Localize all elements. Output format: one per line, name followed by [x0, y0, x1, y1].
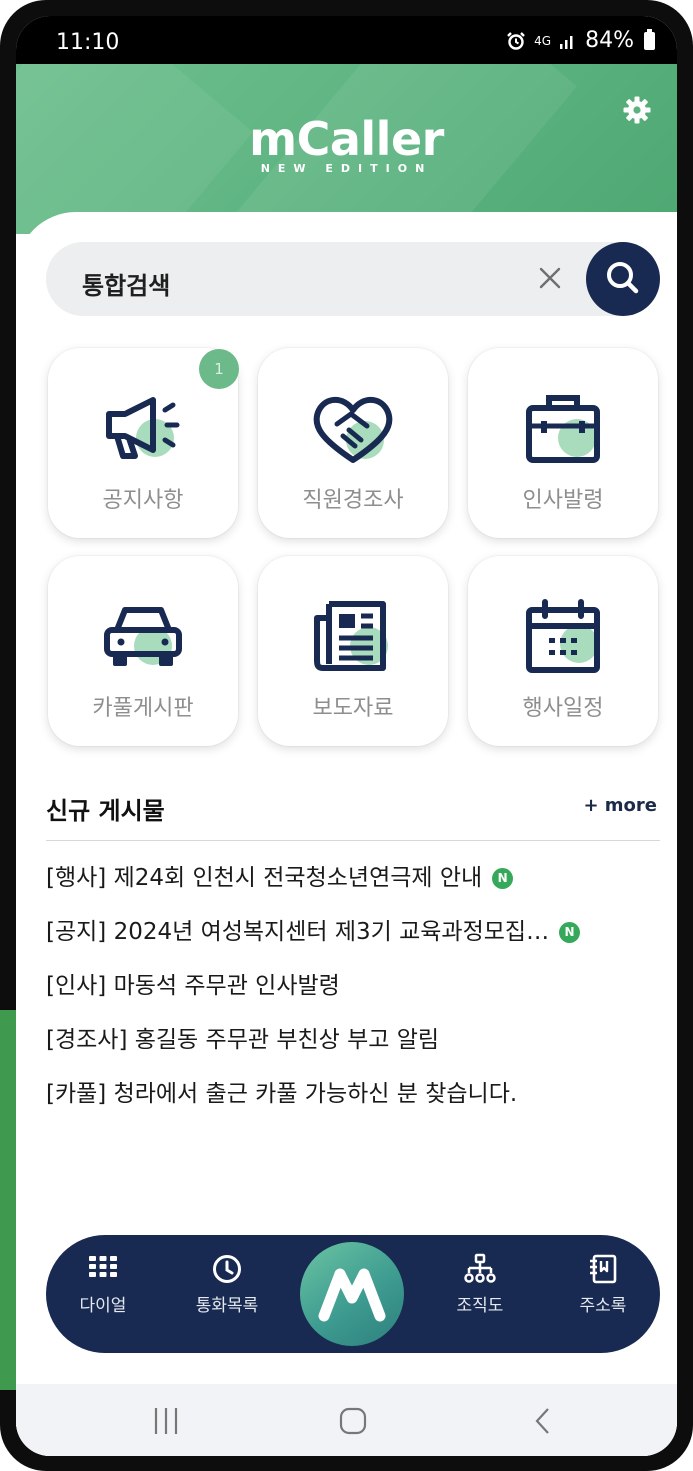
handshake-heart-icon [313, 396, 393, 463]
screen: 11:10 4G 84% mCaller NEW EDITION 통합검색 공지… [16, 16, 677, 1456]
search-button[interactable] [586, 242, 660, 316]
post-title: [경조사] 홍길동 주무관 부친상 부고 알림 [46, 1027, 440, 1053]
tile-carpool[interactable]: 카풀게시판 [48, 556, 238, 746]
new-badge: N [559, 922, 581, 943]
calendar-icon [526, 599, 600, 673]
post-item[interactable]: [카풀] 청라에서 출근 카풀 가능하신 분 찾습니다. [46, 1074, 517, 1108]
post-title: [인사] 마동석 주무관 인사발령 [46, 973, 340, 999]
nav-label: 주소록 [579, 1296, 627, 1316]
system-nav-bar [16, 1384, 677, 1456]
nav-label: 조직도 [456, 1296, 504, 1316]
search-input[interactable]: 통합검색 [82, 266, 170, 301]
post-item[interactable]: [공지] 2024년 여성복지센터 제3기 교육과정모집… N [46, 912, 581, 946]
tile-event-schedule[interactable]: 행사일정 [468, 556, 658, 746]
tile-label: 인사발령 [522, 488, 604, 513]
tile-label: 공지사항 [102, 488, 184, 513]
new-badge: N [492, 868, 514, 889]
car-icon [104, 607, 182, 666]
phone-frame: 11:10 4G 84% mCaller NEW EDITION 통합검색 공지… [0, 0, 693, 1471]
network-type: 4G [534, 33, 552, 48]
megaphone-icon [106, 397, 180, 459]
nav-label: 다이얼 [79, 1296, 127, 1316]
nav-org-chart[interactable]: 조직도 [435, 1253, 525, 1316]
org-chart-icon [464, 1253, 496, 1283]
address-book-icon [590, 1254, 617, 1284]
nav-address-book[interactable]: 주소록 [558, 1253, 648, 1316]
recent-apps-icon[interactable] [150, 1406, 182, 1436]
alarm-icon [507, 31, 526, 50]
tile-press-release[interactable]: 보도자료 [258, 556, 448, 746]
mcaller-logo-icon [318, 1268, 386, 1322]
tile-label: 카풀게시판 [92, 696, 194, 721]
app-header: mCaller NEW EDITION [16, 64, 677, 234]
clock-icon [213, 1255, 241, 1283]
app-subtitle: NEW EDITION [260, 162, 433, 175]
close-icon[interactable] [536, 264, 564, 292]
nav-call-history[interactable]: 통화목록 [182, 1253, 272, 1316]
newspaper-icon [314, 601, 388, 671]
notification-badge: 1 [199, 349, 239, 389]
home-main-button[interactable] [300, 1242, 404, 1346]
tile-label: 행사일정 [522, 696, 604, 721]
post-title: [행사] 제24회 인천시 전국청소년연극제 안내 [46, 865, 483, 891]
tile-employee-events[interactable]: 직원경조사 [258, 348, 448, 538]
battery-percent: 84% [585, 28, 634, 53]
dialpad-icon [89, 1256, 117, 1277]
status-time: 11:10 [56, 30, 120, 55]
status-bar: 11:10 4G 84% [16, 16, 677, 66]
section-title: 신규 게시물 [46, 797, 165, 825]
search-icon [607, 262, 639, 294]
more-link[interactable]: + more [583, 795, 657, 816]
briefcase-icon [526, 395, 600, 463]
app-logo: mCaller NEW EDITION [16, 112, 677, 175]
nav-dial[interactable]: 다이얼 [58, 1253, 148, 1316]
battery-icon [644, 28, 655, 50]
post-item[interactable]: [경조사] 홍길동 주무관 부친상 부고 알림 [46, 1020, 439, 1054]
tile-label: 직원경조사 [302, 488, 404, 513]
gear-icon[interactable] [622, 95, 652, 125]
post-item[interactable]: [행사] 제24회 인천시 전국청소년연극제 안내 N [46, 858, 514, 892]
nav-label: 통화목록 [195, 1296, 259, 1316]
search-bar[interactable]: 통합검색 [46, 242, 658, 316]
divider [46, 840, 660, 841]
post-title: [공지] 2024년 여성복지센터 제3기 교육과정모집… [46, 919, 550, 945]
status-icons: 4G 84% [506, 28, 655, 53]
post-item[interactable]: [인사] 마동석 주무관 인사발령 [46, 966, 340, 1000]
app-name: mCaller [249, 112, 444, 166]
post-title: [카풀] 청라에서 출근 카풀 가능하신 분 찾습니다. [46, 1081, 518, 1107]
back-icon[interactable] [528, 1406, 558, 1436]
home-icon[interactable] [338, 1406, 368, 1436]
tile-personnel[interactable]: 인사발령 [468, 348, 658, 538]
signal-icon [560, 35, 573, 49]
tile-label: 보도자료 [312, 696, 394, 721]
